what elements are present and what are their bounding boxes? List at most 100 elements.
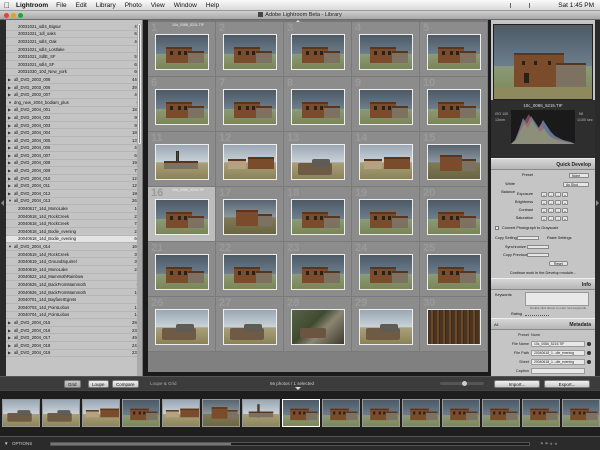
photo-thumbnail[interactable] (291, 144, 345, 180)
exposure-up-button[interactable]: › (555, 191, 561, 197)
filmstrip-thumbnail[interactable] (162, 399, 200, 427)
synchronize-button[interactable] (527, 245, 549, 249)
metadata-dropdown[interactable]: All (494, 319, 498, 331)
folder-row[interactable]: ▶all_DVD_2004_00763 (6, 152, 142, 160)
grid-cell[interactable]: 15 (420, 132, 488, 187)
filmstrip-thumbnail[interactable] (42, 399, 80, 427)
folder-row[interactable]: 20040619_14d_GroundSquirrel39 (6, 258, 142, 266)
brightness-up-big-button[interactable]: » (562, 199, 568, 205)
photo-thumbnail[interactable] (359, 254, 413, 290)
photo-thumbnail[interactable] (427, 254, 481, 290)
navigator-preview[interactable] (493, 24, 593, 100)
grid-cell[interactable]: 3 (284, 22, 352, 77)
grid-cell[interactable]: 29 (352, 297, 420, 352)
folder-row[interactable]: 20040704_14d_PointLobos13 (6, 312, 142, 320)
folder-row[interactable]: ▶all_DVD_2003_00746 (6, 91, 142, 99)
filmstrip-thumbnail[interactable] (402, 399, 440, 427)
folder-row[interactable]: 20040619_14d_MonoLake24 (6, 266, 142, 274)
metadata-action-icon[interactable] (587, 342, 591, 346)
brightness-up-button[interactable]: › (555, 199, 561, 205)
contrast-down-button[interactable]: ‹ (548, 207, 554, 213)
photo-thumbnail[interactable] (427, 199, 481, 235)
filmstrip-thumbnail[interactable] (522, 399, 560, 427)
grid-cell[interactable]: 24 (352, 242, 420, 297)
options-toggle-icon[interactable]: ▼ (4, 441, 8, 446)
grid-cell[interactable]: 19 (352, 187, 420, 242)
saturation-up-big-button[interactable]: » (562, 215, 568, 221)
filmstrip-scroll-thumb[interactable] (51, 443, 231, 445)
grid-cell[interactable]: 27 (216, 297, 284, 352)
folder-row[interactable]: 20031021_sdl4_Bigsur47 (6, 23, 142, 31)
photo-thumbnail[interactable] (155, 34, 209, 70)
folder-row[interactable]: 20031021_1dl_oaks63 (6, 31, 142, 39)
grid-cell[interactable]: 4 (352, 22, 420, 77)
menu-extras-icon[interactable] (510, 3, 530, 8)
folder-row[interactable]: ▶ all_DVD_2003_008 446 (6, 76, 142, 84)
photo-thumbnail[interactable] (427, 144, 481, 180)
photo-thumbnail[interactable] (359, 89, 413, 125)
grid-cell[interactable]: 21 (148, 242, 216, 297)
folder-row[interactable]: 20040703_14d_PointLobos17 (6, 304, 142, 312)
info-header[interactable]: Info (491, 278, 595, 290)
folder-row[interactable]: ▶ all_DVD_2004_017 494 (6, 334, 142, 342)
folder-row[interactable]: ▶ all_DVD_2004_016 233 (6, 327, 142, 335)
folder-row[interactable]: ▶ all_DVD_2004_008 194 (6, 160, 142, 168)
photo-thumbnail[interactable] (427, 309, 481, 345)
folder-row[interactable]: ▶ all_DVD_2004_004 188 (6, 129, 142, 137)
folders-scrollbar[interactable] (137, 24, 142, 376)
reset-button[interactable]: Reset (549, 261, 568, 266)
filmstrip-thumbnail[interactable] (242, 399, 280, 427)
folder-row[interactable]: ▶ all_DVD_2004_001 182 (6, 107, 142, 115)
photo-thumbnail[interactable] (155, 89, 209, 125)
photo-thumbnail[interactable] (223, 309, 277, 345)
folder-row[interactable]: 20040618_14d_Bodie_evening24 (6, 228, 142, 236)
grid-cell[interactable]: 28 (284, 297, 352, 352)
grid-cell[interactable]: 13 (284, 132, 352, 187)
grid-cell[interactable]: 20 (420, 187, 488, 242)
filmstrip-thumbnail[interactable] (122, 399, 160, 427)
exposure-down-big-button[interactable]: « (541, 191, 547, 197)
grid-cell[interactable]: 26 (148, 297, 216, 352)
grid-view-button[interactable]: Grid (64, 380, 81, 388)
collapse-right-icon[interactable] (596, 200, 599, 206)
folder-row[interactable]: ▶ all_DVD_2004_015 284 (6, 319, 142, 327)
photo-thumbnail[interactable] (155, 309, 209, 345)
contrast-down-big-button[interactable]: « (541, 207, 547, 213)
filmstrip-thumbnail[interactable] (442, 399, 480, 427)
grid-cell[interactable]: 12 (216, 132, 284, 187)
exposure-up-big-button[interactable]: » (562, 191, 568, 197)
photo-thumbnail[interactable] (155, 254, 209, 290)
saturation-down-big-button[interactable]: « (541, 215, 547, 221)
filmstrip-thumbnail[interactable] (322, 399, 360, 427)
folder-row[interactable]: 20040622_14d_MammothRainbow2 (6, 274, 142, 282)
options-label[interactable]: OPTIONS (12, 441, 32, 446)
grid-cell[interactable]: 8 (284, 77, 352, 132)
folder-row[interactable]: 20040619_14d_RockCreek35 (6, 251, 142, 259)
photo-thumbnail[interactable] (223, 89, 277, 125)
grid-cell[interactable]: 23 (284, 242, 352, 297)
photo-thumbnail[interactable] (427, 34, 481, 70)
photo-thumbnail[interactable] (291, 34, 345, 70)
photo-thumbnail[interactable] (291, 254, 345, 290)
metadata-action-icon[interactable] (587, 360, 591, 364)
photo-thumbnail[interactable] (223, 199, 277, 235)
photo-thumbnail[interactable] (223, 144, 277, 180)
brightness-down-big-button[interactable]: « (541, 199, 547, 205)
grid-cell[interactable]: 14 (352, 132, 420, 187)
filmstrip-scrollbar[interactable] (50, 442, 530, 446)
filmstrip-thumbnail[interactable] (482, 399, 520, 427)
folder-row[interactable]: 20040618_14d_RockCreek74 (6, 220, 142, 229)
folder-row[interactable]: 20040626_14d_BackFromMammoth15 (6, 289, 142, 297)
grid-cell[interactable]: 30 (420, 297, 488, 352)
folder-row[interactable]: ▶ all_DVD_2004_011 129 (6, 182, 142, 191)
grayscale-checkbox[interactable] (495, 226, 499, 230)
photo-thumbnail[interactable] (291, 199, 345, 235)
export-button[interactable]: Export... (544, 380, 590, 388)
collapse-left-icon[interactable] (1, 200, 4, 206)
metadata-value-field[interactable]: 20040618_1...die_evening (531, 350, 585, 356)
folder-row[interactable]: ▶all_DVD_2004_00290 (6, 114, 142, 122)
metadata-action-icon[interactable] (587, 351, 591, 355)
folder-row[interactable]: ▶all_DVD_2004_00973 (6, 167, 142, 175)
filmstrip-thumbnail[interactable] (82, 399, 120, 427)
filmstrip-thumbnail[interactable] (2, 399, 40, 427)
